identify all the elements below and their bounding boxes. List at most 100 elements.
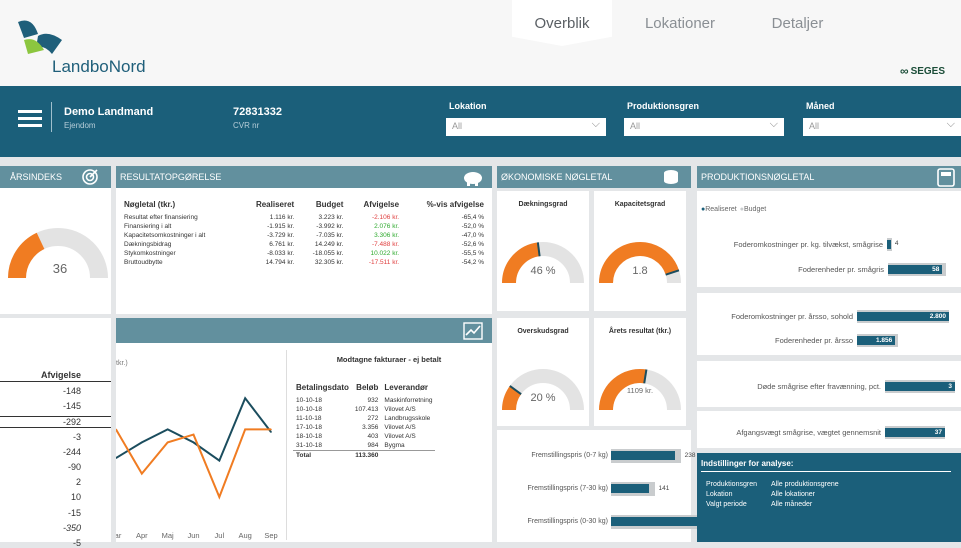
prod-bar-label: Døde smågrise efter fravænning, pct. xyxy=(757,382,881,391)
bar-value: 141 xyxy=(658,485,670,492)
settings-row: Produktionsgren Alle produktionsgrene xyxy=(706,481,839,488)
x-tick-label: Apr xyxy=(136,531,148,540)
data-point xyxy=(244,397,246,399)
gauge-label: Dækningsgrad xyxy=(518,201,568,208)
data-point xyxy=(192,433,195,436)
filter-label-maaned: Måned xyxy=(806,101,835,111)
prod-bar-label: Foderomkostninger pr. årsso, sohold xyxy=(731,312,853,321)
afvigelse-value: -90 xyxy=(67,462,81,472)
data-point xyxy=(218,496,221,498)
data-point xyxy=(218,459,221,462)
afvigelse-value: -292 xyxy=(0,416,111,429)
cvr-number: 72831332 xyxy=(233,106,282,118)
table-row: Stykomkostninger -8.033 kr. -18.055 kr. 10.… xyxy=(124,250,484,257)
gauge xyxy=(502,369,584,411)
afvigelse-header: Afvigelse xyxy=(0,370,111,382)
table-row: 17-10-18 3.356 Vilovet A/S xyxy=(296,424,416,431)
fakturaer-title: Modtagne fakturaer - ej betalt xyxy=(336,355,442,364)
x-tick-label: Jul xyxy=(215,531,225,540)
chevron-down-icon: ⌵ xyxy=(769,118,778,130)
afvigelse-value: 2 xyxy=(75,477,81,488)
afvigelse-value: -244 xyxy=(62,446,81,457)
tab-lokationer[interactable]: Lokationer xyxy=(625,0,735,46)
gauge-value: 1.8 xyxy=(632,265,648,277)
prod-bar-label: Foderomkostninger pr. kg. tilvækst, småg… xyxy=(733,240,883,249)
data-point xyxy=(244,428,246,431)
bar-value: 2.800 xyxy=(929,313,946,320)
produktion-title: PRODUKTIONSNØGLETAL xyxy=(697,166,961,188)
data-point xyxy=(141,441,143,444)
table-row: 11-10-18 272 Landbrugsskole xyxy=(296,415,431,422)
divider xyxy=(701,471,951,472)
piggy-bank-icon xyxy=(464,172,482,186)
resultat-title: RESULTATOPGØRELSE xyxy=(116,166,492,188)
seges-icon: ∞ xyxy=(900,64,909,78)
user-name: Demo Landmand xyxy=(64,106,154,118)
afvigelse-value: -15 xyxy=(67,507,81,518)
bar-value: 37 xyxy=(934,429,942,436)
x-tick-label: Jun xyxy=(187,531,199,540)
total-row: Total 113.360 xyxy=(293,450,436,460)
x-tick-label: ar xyxy=(116,531,122,540)
realiseret-bar xyxy=(611,484,649,493)
tab-overblik[interactable]: Overblik xyxy=(512,0,612,46)
chart-title-bar xyxy=(116,318,492,343)
gauge xyxy=(599,242,681,284)
chevron-down-icon: ⌵ xyxy=(591,118,600,130)
gauge-label: Kapacitetsgrad xyxy=(614,201,666,208)
prod-bar-label: Afgangsvægt smågrise, vægtet gennemsnit xyxy=(736,428,881,437)
prod-bar-label: Foderenheder pr. smågris xyxy=(798,265,884,274)
table-row: Dækningsbidrag 6.761 kr. 14.249 kr. -7.488 … xyxy=(124,241,484,248)
coins-icon xyxy=(664,170,678,184)
afvigelse-value: -5 xyxy=(72,538,81,548)
table-row: Bruttoudbytte 14.794 kr. 32.305 kr. -17.511… xyxy=(124,259,484,266)
data-point xyxy=(166,441,169,444)
afvigelse-value: 10 xyxy=(70,492,81,503)
data-point xyxy=(270,428,272,431)
x-tick-label: Sep xyxy=(264,531,277,540)
arsindeks-value: 36 xyxy=(52,261,68,276)
tab-detaljer[interactable]: Detaljer xyxy=(750,0,845,46)
divider xyxy=(51,102,52,132)
afvigelse-value: -145 xyxy=(62,401,81,412)
gauge-value: 20 % xyxy=(530,392,556,404)
calculator-icon xyxy=(937,168,955,187)
settings-title: Indstillinger for analyse: xyxy=(701,459,794,468)
table-row: Finansiering i alt -1.915 kr. -3.992 kr. 2.… xyxy=(124,223,484,230)
x-tick-label: Aug xyxy=(238,531,251,540)
data-point xyxy=(141,472,143,475)
bar-label: Fremstillingspris (0-30 kg) xyxy=(527,518,608,525)
app-logo-text: LandboNord xyxy=(52,57,146,76)
filter-label-lokation: Lokation xyxy=(449,101,487,111)
afvigelse-value: -3 xyxy=(72,431,81,442)
gauge-label: Overskudsgrad xyxy=(517,328,569,335)
user-sub: Ejendom xyxy=(64,121,96,130)
chevron-down-icon: ⌵ xyxy=(946,118,955,130)
landbonord-logo-icon xyxy=(18,20,62,54)
filter-produktionsgren[interactable]: All ⌵ xyxy=(624,118,784,136)
table-row: Kapacitetsomkostninger i alt -3.729 kr. -7… xyxy=(124,232,484,239)
data-point xyxy=(192,441,195,444)
data-point xyxy=(166,428,169,431)
bar-value: 58 xyxy=(932,266,940,273)
prod-bar-label: Foderenheder pr. årsso xyxy=(775,336,853,345)
table-row: Resultat efter finansiering 1.116 kr. 3.22… xyxy=(124,214,484,221)
target-icon xyxy=(82,169,98,185)
filter-label-produktionsgren: Produktionsgren xyxy=(627,101,700,111)
filter-lokation[interactable]: All ⌵ xyxy=(446,118,606,136)
afvigelse-value: -148 xyxy=(62,386,81,396)
legend: ●Realiseret ●Budget xyxy=(701,206,767,213)
fakturaer-table: Betalingsdato Beløb Leverandør 10-10-18 9… xyxy=(293,383,436,460)
seges-logo: ∞ SEGES xyxy=(900,64,946,78)
bar-label: Fremstillingspris (7-30 kg) xyxy=(527,485,608,492)
gauge-label: Årets resultat (tkr.) xyxy=(608,328,672,335)
table-row: 10-10-18 932 Maskinforretning xyxy=(296,397,433,404)
hamburger-icon xyxy=(18,110,42,113)
gauge xyxy=(502,242,584,284)
filter-maaned[interactable]: All ⌵ xyxy=(803,118,961,136)
data-point xyxy=(270,431,272,433)
resultat-table: Nøgletal (tkr.) Realiseret Budget Afvige… xyxy=(121,200,487,267)
table-row: 31-10-18 984 Bygma xyxy=(296,442,405,449)
line-chart-icon xyxy=(463,322,483,340)
divider xyxy=(286,350,287,540)
